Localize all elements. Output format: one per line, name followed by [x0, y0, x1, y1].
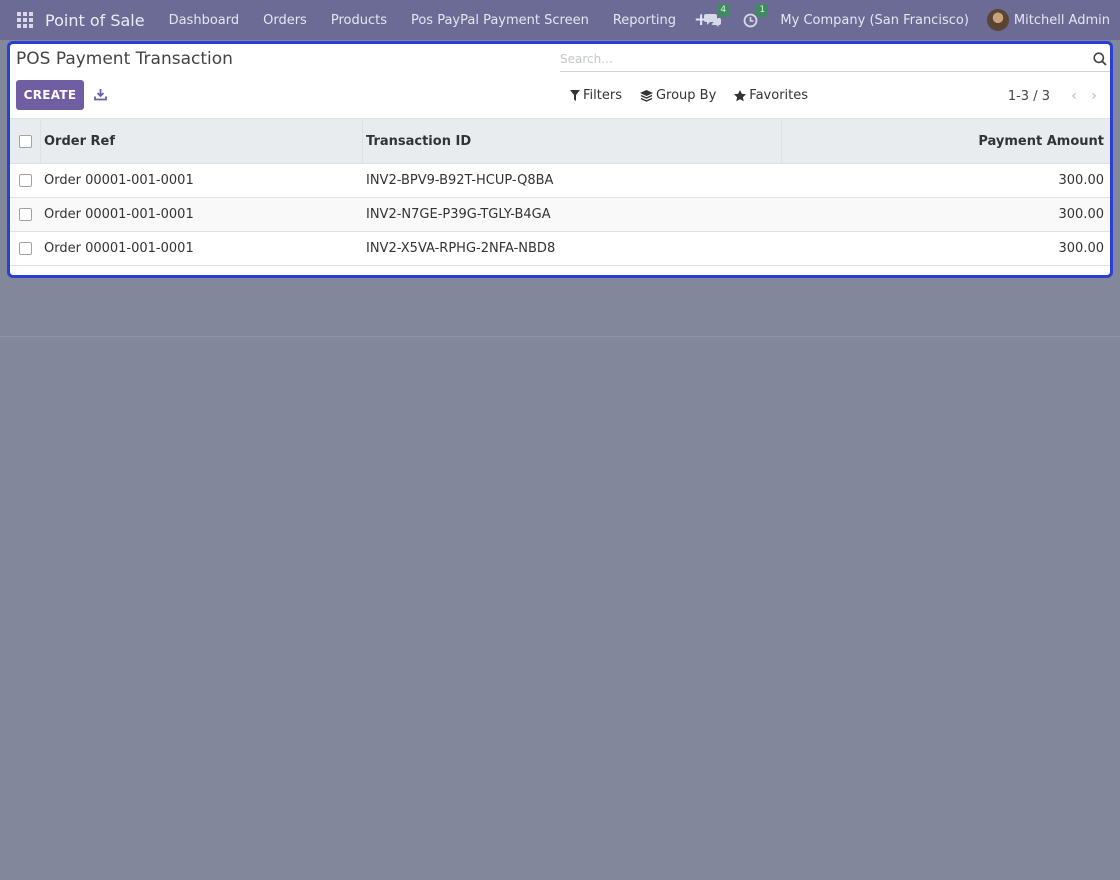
layers-icon [639, 89, 653, 102]
table-row[interactable]: Order 00001-001-0001 INV2-BPV9-B92T-HCUP… [10, 164, 1110, 198]
user-avatar[interactable] [986, 9, 1009, 31]
favorites-label: Favorites [749, 88, 809, 103]
divider [0, 336, 1120, 337]
search-input[interactable] [560, 48, 1080, 70]
apps-menu-icon[interactable] [17, 12, 33, 28]
filters-button[interactable]: Filters [570, 88, 622, 103]
create-button[interactable]: CREATE [16, 80, 84, 110]
payment-amount-cell: 300.00 [1058, 173, 1105, 188]
user-menu[interactable]: Mitchell Admin [1014, 13, 1110, 28]
app-name[interactable]: Point of Sale [45, 11, 145, 30]
menu-item-orders[interactable]: Orders [251, 13, 319, 28]
pager: 1-3 / 3 ‹ › [1008, 88, 1104, 104]
select-all-cell [10, 119, 41, 163]
column-payment-amount[interactable]: Payment Amount [782, 134, 1110, 149]
menu-item-paypal-payment-screen[interactable]: Pos PayPal Payment Screen [399, 13, 601, 28]
download-icon[interactable] [94, 88, 107, 101]
row-checkbox[interactable] [19, 208, 32, 221]
transaction-id-cell: INV2-N7GE-P39G-TGLY-B4GA [366, 207, 551, 222]
transaction-id-cell: INV2-X5VA-RPHG-2NFA-NBD8 [366, 241, 556, 256]
payment-amount-cell: 300.00 [1058, 241, 1105, 256]
messages-count-badge: 4 [717, 3, 730, 17]
column-transaction-id[interactable]: Transaction ID [363, 119, 782, 163]
payment-amount-cell: 300.00 [1058, 207, 1105, 222]
group-by-button[interactable]: Group By [639, 88, 717, 103]
filters-label: Filters [583, 88, 622, 103]
systray: 4 1 My Company (San Francisco) Mitchell … [704, 0, 1110, 40]
row-select-cell [10, 232, 41, 265]
group-by-label: Group By [655, 88, 717, 103]
menu-item-reporting[interactable]: Reporting [601, 13, 688, 28]
page-title: POS Payment Transaction [16, 49, 233, 69]
pager-next-icon[interactable]: › [1084, 88, 1104, 104]
filter-icon [570, 90, 580, 101]
order-ref-cell: Order 00001-001-0001 [44, 241, 194, 256]
order-ref-cell: Order 00001-001-0001 [44, 207, 194, 222]
pager-value[interactable]: 1-3 / 3 [1008, 89, 1050, 104]
activities-count-badge: 1 [756, 3, 769, 17]
search-icon[interactable] [1093, 52, 1107, 66]
transaction-id-cell: INV2-BPV9-B92T-HCUP-Q8BA [366, 173, 554, 188]
pager-previous-icon[interactable]: ‹ [1064, 88, 1084, 104]
menu-item-products[interactable]: Products [319, 13, 399, 28]
search-bar [560, 48, 1110, 72]
table-row[interactable]: Order 00001-001-0001 INV2-N7GE-P39G-TGLY… [10, 198, 1110, 232]
row-checkbox[interactable] [19, 242, 32, 255]
table-header: Order Ref Transaction ID Payment Amount [10, 118, 1110, 164]
messages-button[interactable]: 4 [704, 3, 730, 28]
list-view-panel: POS Payment Transaction CREATE Filters G… [7, 41, 1113, 278]
select-all-checkbox[interactable] [18, 134, 32, 148]
column-order-ref[interactable]: Order Ref [41, 119, 363, 163]
activities-button[interactable]: 1 [743, 3, 769, 28]
menu-item-dashboard[interactable]: Dashboard [157, 13, 252, 28]
top-navbar: Point of Sale Dashboard Orders Products … [0, 0, 1120, 40]
order-ref-cell: Order 00001-001-0001 [44, 173, 194, 188]
row-checkbox[interactable] [19, 174, 32, 187]
company-switcher[interactable]: My Company (San Francisco) [780, 13, 968, 28]
transactions-table: Order Ref Transaction ID Payment Amount … [10, 118, 1110, 266]
star-icon [734, 89, 747, 101]
row-select-cell [10, 198, 41, 231]
main-menu: Dashboard Orders Products Pos PayPal Pay… [157, 13, 688, 28]
favorites-button[interactable]: Favorites [734, 88, 808, 103]
search-options: Filters Group By Favorites [570, 88, 826, 103]
row-select-cell [10, 164, 41, 197]
table-row[interactable]: Order 00001-001-0001 INV2-X5VA-RPHG-2NFA… [10, 232, 1110, 266]
